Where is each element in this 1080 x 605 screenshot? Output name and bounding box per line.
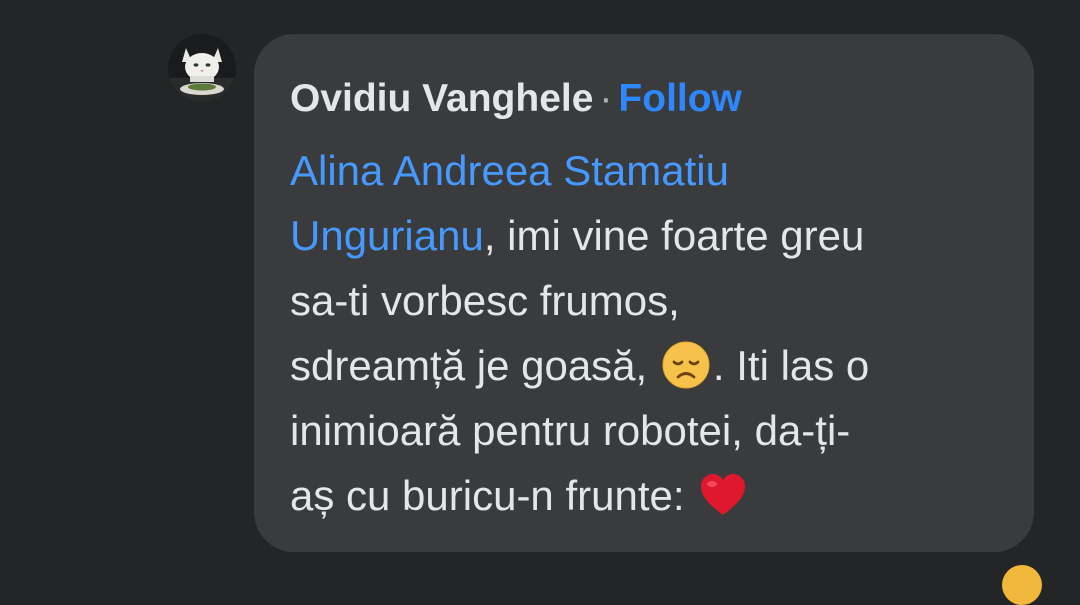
- comment-line: Alina Andreea Stamatiu: [290, 138, 1002, 203]
- cat-avatar-icon: [168, 34, 236, 102]
- separator-dot: ·: [599, 77, 613, 120]
- comment-line: sa-ti vorbesc frumos,: [290, 268, 1002, 333]
- red-heart-icon: [698, 470, 748, 520]
- disappointed-face-icon: [661, 340, 711, 390]
- comment-line: sdreamță je goasă, . Iti las o: [290, 333, 1002, 398]
- comment-text-segment: inimioară pentru robotei, da-ți-: [290, 407, 851, 454]
- comment-text-segment: sa-ti vorbesc frumos,: [290, 277, 680, 324]
- comment-text-segment: aș cu buricu-n frunte:: [290, 472, 685, 519]
- comment-text-segment: sdreamță je goasă,: [290, 342, 648, 389]
- comment-text-segment: , imi vine foarte greu: [483, 212, 865, 259]
- comment-line: Ungurianu, imi vine foarte greu: [290, 203, 1002, 268]
- comment-line: inimioară pentru robotei, da-ți-: [290, 398, 1002, 463]
- next-comment-cutoff: [300, 579, 1000, 587]
- author-name[interactable]: Ovidiu Vanghele: [290, 77, 593, 120]
- comment-text: Alina Andreea Stamatiu Ungurianu, imi vi…: [290, 138, 1002, 528]
- comment-line: aș cu buricu-n frunte:: [290, 463, 1002, 528]
- avatar[interactable]: [168, 34, 236, 102]
- reaction-emoji-icon: [1002, 565, 1042, 605]
- mention-link[interactable]: Ungurianu: [290, 212, 484, 259]
- comment-header: Ovidiu Vanghele · Follow: [290, 74, 1002, 124]
- comment-bubble: Ovidiu Vanghele · Follow Alina Andreea Sta…: [254, 34, 1034, 552]
- comment-text-segment: . Iti las o: [712, 342, 870, 389]
- mention-link[interactable]: Alina Andreea Stamatiu: [290, 147, 729, 194]
- follow-link[interactable]: Follow: [618, 77, 741, 120]
